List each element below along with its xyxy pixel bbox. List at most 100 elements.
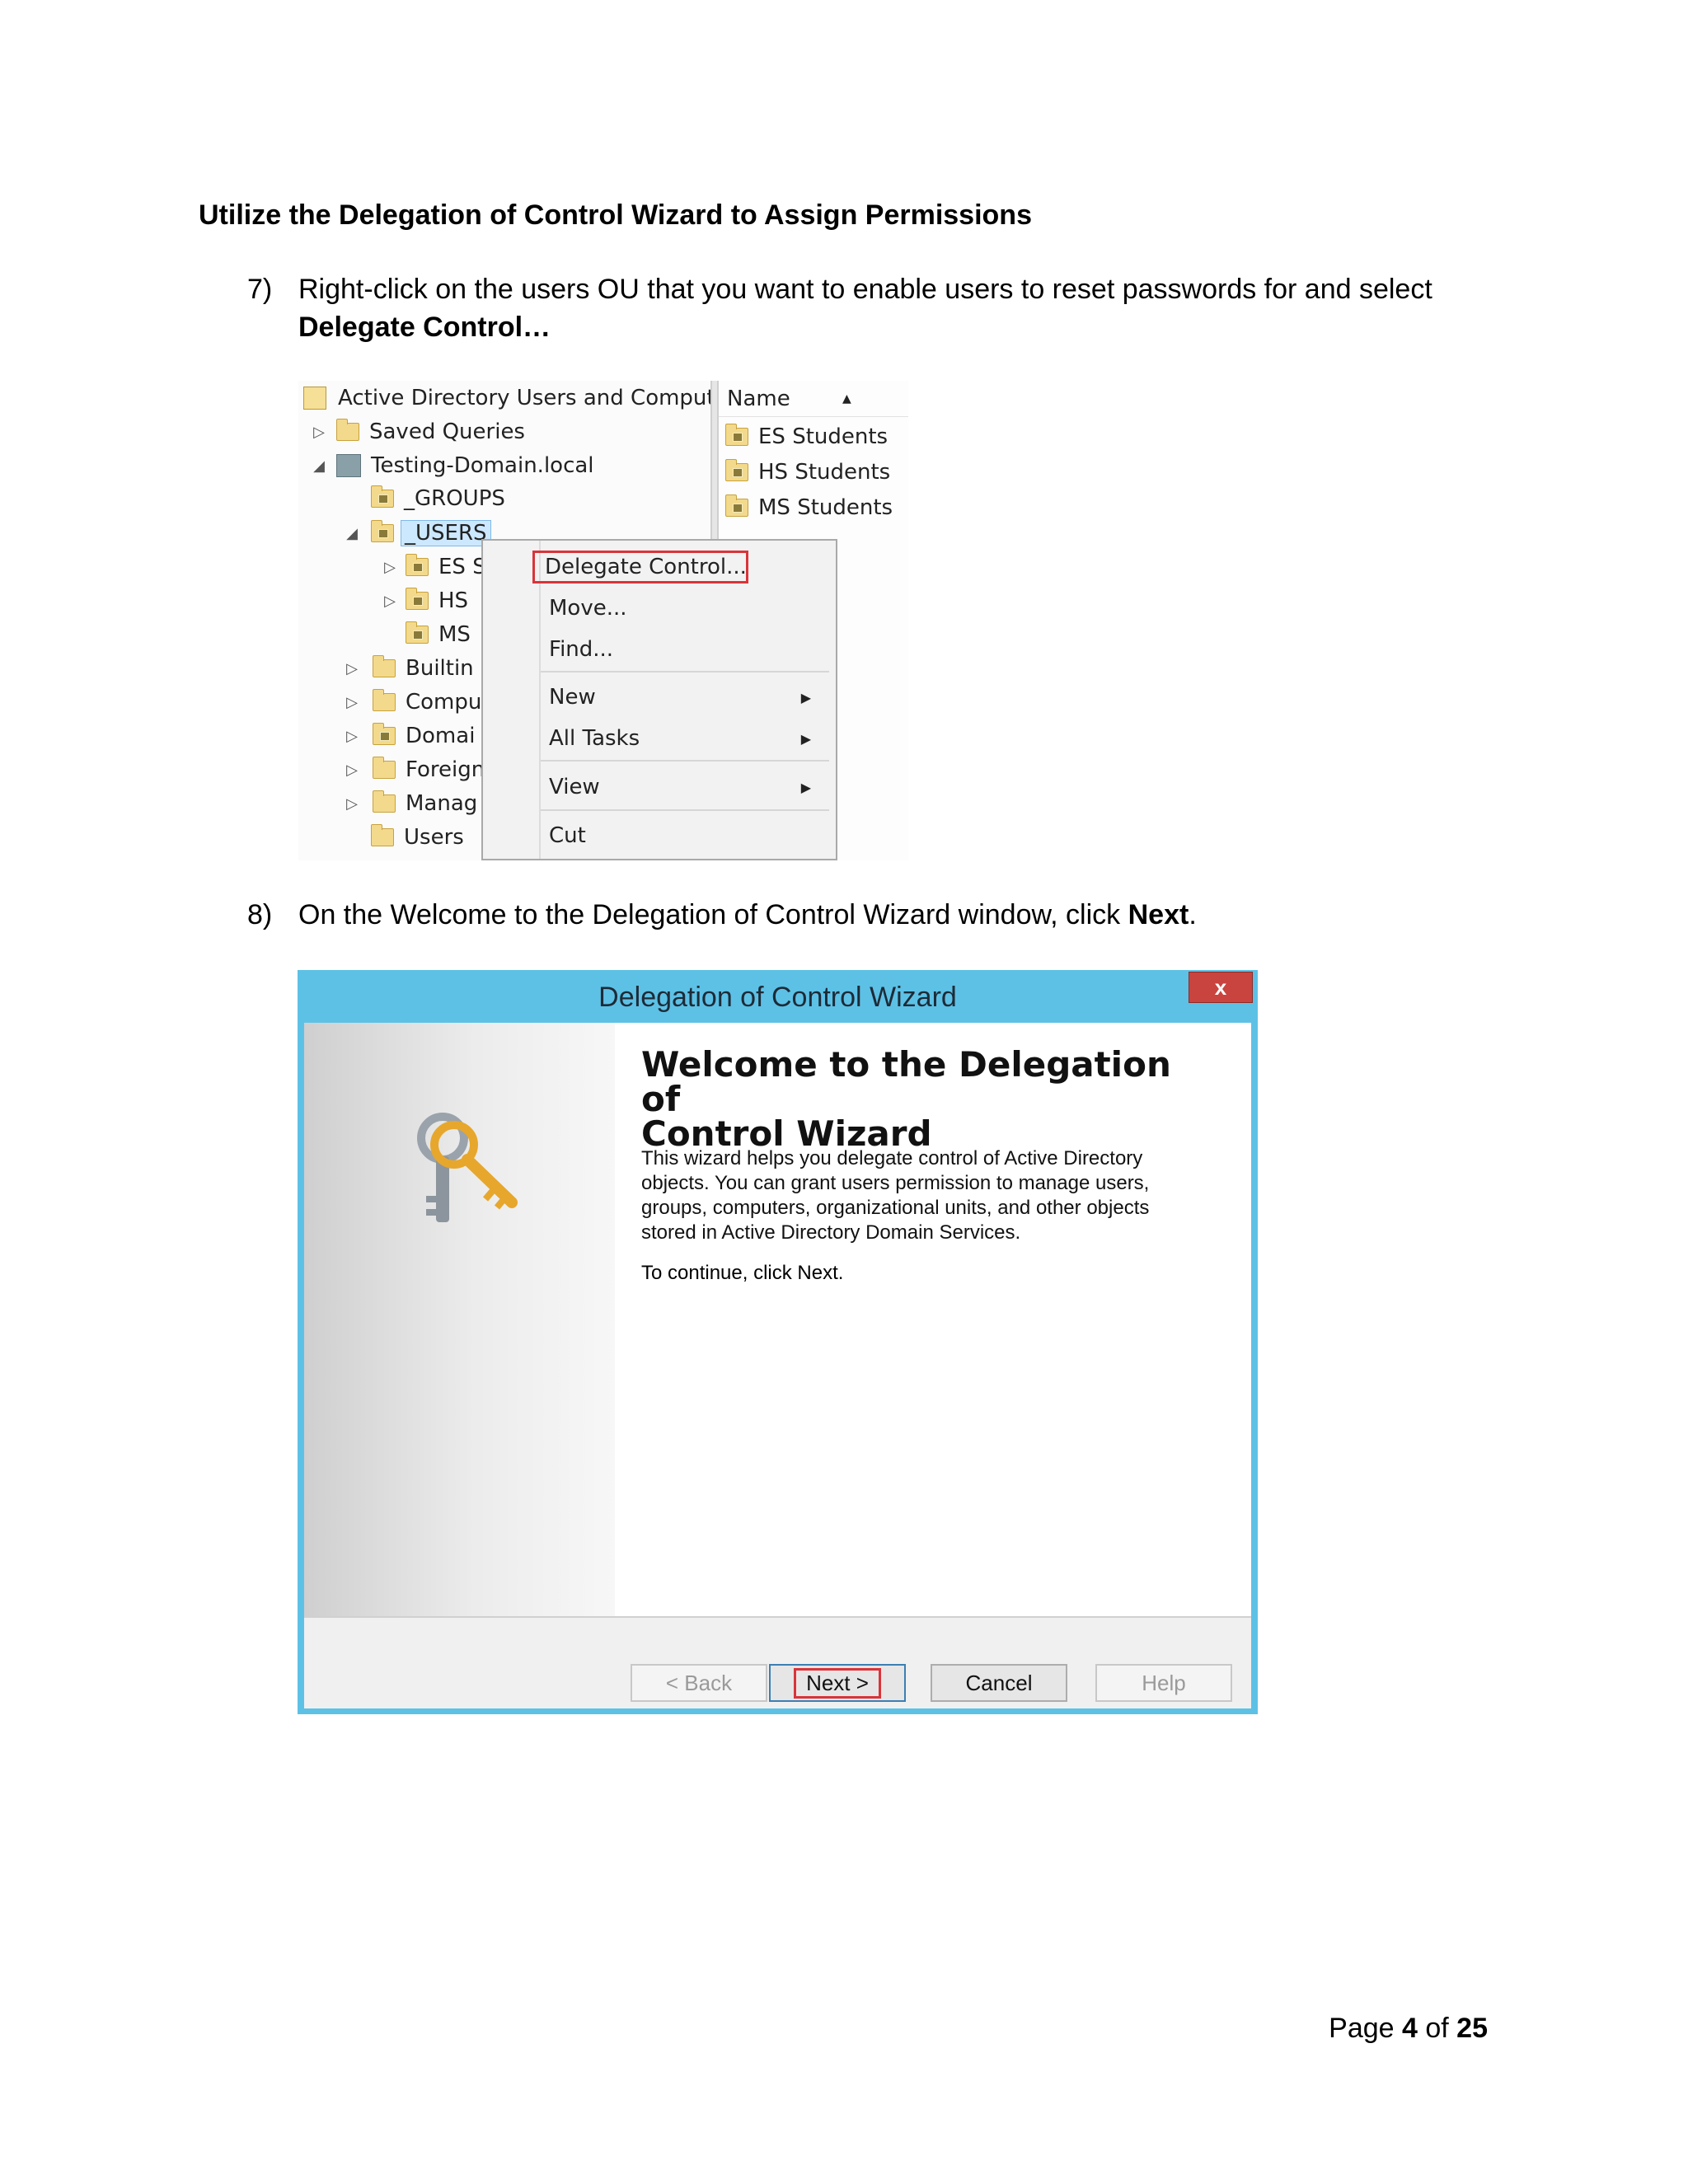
cancel-button[interactable]: Cancel	[931, 1664, 1067, 1702]
folder-icon	[373, 689, 396, 711]
tree-label: ES S	[438, 555, 486, 579]
back-button-label: < Back	[665, 1670, 733, 1695]
tree-root-label: Active Directory Users and Computer	[338, 386, 738, 410]
tree-saved-queries[interactable]: ▷ Saved Queries	[310, 416, 525, 448]
wizard-welcome-heading: Welcome to the Delegation of Control Wiz…	[641, 1047, 1218, 1151]
cancel-button-label: Cancel	[965, 1670, 1033, 1695]
tree-es[interactable]: ▷ ES S	[381, 551, 486, 583]
tree-ms[interactable]: MS	[406, 619, 471, 650]
expand-arrow-icon[interactable]: ▷	[343, 728, 361, 745]
tree-label: Builtin	[406, 656, 474, 681]
tree-domain-controllers[interactable]: ▷ Domai	[343, 720, 475, 752]
page-total: 25	[1456, 2013, 1488, 2044]
expand-arrow-icon[interactable]: ▷	[343, 762, 361, 779]
next-button[interactable]: Next >	[769, 1664, 906, 1702]
section-heading: Utilize the Delegation of Control Wizard…	[199, 199, 1032, 231]
tree-users-folder[interactable]: Users	[371, 822, 464, 853]
close-button[interactable]: x	[1189, 972, 1253, 1003]
submenu-arrow-icon: ▶	[800, 689, 811, 705]
tree-label: HS	[438, 588, 469, 613]
list-item[interactable]: HS Students	[725, 456, 890, 489]
tree-domain[interactable]: ◢ Testing-Domain.local	[310, 450, 594, 481]
menu-item-all-tasks[interactable]: All Tasks ▶	[539, 722, 819, 755]
help-button[interactable]: Help	[1095, 1664, 1232, 1702]
collapse-arrow-icon[interactable]: ◢	[343, 525, 361, 542]
tree-foreign[interactable]: ▷ Foreign	[343, 754, 485, 785]
list-item-label: HS Students	[758, 460, 891, 485]
wizard-banner	[304, 1023, 615, 1616]
expand-arrow-icon[interactable]: ▷	[343, 660, 361, 677]
expand-arrow-icon[interactable]: ▷	[381, 593, 399, 610]
expand-arrow-icon[interactable]: ▷	[310, 424, 328, 441]
expand-arrow-icon[interactable]: ▷	[381, 559, 399, 576]
list-item[interactable]: ES Students	[725, 420, 888, 453]
step-7-text: Right-click on the users OU that you wan…	[298, 274, 1432, 305]
step-7-bold: Delegate Control…	[298, 312, 551, 343]
tree-managed[interactable]: ▷ Manag	[343, 788, 477, 819]
close-icon: x	[1214, 974, 1227, 1000]
tree-groups[interactable]: _GROUPS	[371, 483, 505, 514]
folder-icon	[336, 419, 359, 441]
ou-folder-icon	[725, 494, 748, 517]
menu-item-label: All Tasks	[549, 726, 640, 751]
page-current: 4	[1402, 2013, 1418, 2044]
step-8-line: On the Welcome to the Delegation of Cont…	[298, 899, 1197, 931]
tree-label-selected: _USERS	[401, 520, 491, 546]
submenu-arrow-icon: ▶	[800, 730, 811, 747]
folder-icon	[371, 824, 394, 846]
keys-icon	[417, 1113, 518, 1222]
ou-folder-icon	[373, 723, 396, 745]
menu-separator	[541, 671, 829, 673]
back-button[interactable]: < Back	[631, 1664, 767, 1702]
list-item-label: MS Students	[758, 495, 893, 520]
menu-item-move[interactable]: Move...	[539, 592, 819, 625]
tree-hs[interactable]: ▷ HS	[381, 585, 468, 616]
tree-builtin[interactable]: ▷ Builtin	[343, 653, 474, 684]
context-menu: Delegate Control... Move... Find... New …	[481, 539, 837, 860]
menu-item-delegate-control[interactable]: Delegate Control...	[532, 551, 748, 583]
ou-folder-icon	[406, 621, 429, 644]
tree-root[interactable]: Active Directory Users and Computer	[303, 382, 737, 414]
menu-item-find[interactable]: Find...	[539, 633, 819, 666]
aduc-root-icon	[303, 387, 326, 410]
column-header-label: Name	[727, 386, 790, 411]
menu-item-label: Cut	[549, 823, 586, 848]
wizard-footer: < Back Next > Cancel Help	[304, 1618, 1251, 1708]
wizard-continue-text: To continue, click Next.	[641, 1262, 844, 1284]
tree-users-ou[interactable]: ◢ _USERS	[343, 518, 491, 549]
wizard-title-bar[interactable]: Delegation of Control Wizard x	[298, 970, 1258, 1023]
menu-item-label: New	[549, 685, 596, 710]
next-button-label: Next >	[794, 1667, 881, 1699]
collapse-arrow-icon[interactable]: ◢	[310, 457, 328, 475]
tree-label: Users	[404, 825, 464, 850]
delegation-wizard-window: Delegation of Control Wizard x Welcome t…	[298, 970, 1258, 1714]
sort-ascending-icon: ▲	[842, 392, 851, 405]
wizard-description: This wizard helps you delegate control o…	[641, 1147, 1150, 1244]
list-item[interactable]: MS Students	[725, 491, 893, 524]
menu-separator	[541, 809, 829, 811]
menu-item-label: Find...	[549, 637, 614, 662]
menu-separator	[541, 760, 829, 762]
tree-computers[interactable]: ▷ Compu	[343, 687, 481, 718]
folder-icon	[373, 790, 396, 813]
tree-label: Domai	[406, 724, 476, 748]
aduc-screenshot: Active Directory Users and Computer ▷ Sa…	[298, 381, 908, 860]
tree-label: Testing-Domain.local	[371, 453, 594, 478]
step-8-text: On the Welcome to the Delegation of Cont…	[298, 899, 1128, 930]
menu-item-cut[interactable]: Cut	[539, 819, 819, 852]
list-item-label: ES Students	[758, 424, 889, 449]
menu-item-new[interactable]: New ▶	[539, 681, 819, 714]
menu-item-view[interactable]: View ▶	[539, 771, 819, 804]
tree-label: Manag	[406, 791, 478, 816]
wizard-title: Delegation of Control Wizard	[598, 982, 957, 1013]
folder-icon	[373, 757, 396, 779]
column-header-name[interactable]: Name ▲	[719, 381, 908, 417]
expand-arrow-icon[interactable]: ▷	[343, 694, 361, 711]
step-8-bold: Next	[1128, 899, 1189, 930]
tree-label: MS	[438, 622, 471, 647]
help-button-label: Help	[1142, 1670, 1186, 1695]
expand-arrow-icon[interactable]: ▷	[343, 795, 361, 813]
menu-item-label: Move...	[549, 596, 627, 621]
ou-folder-icon	[371, 520, 394, 542]
ou-folder-icon	[725, 424, 748, 446]
